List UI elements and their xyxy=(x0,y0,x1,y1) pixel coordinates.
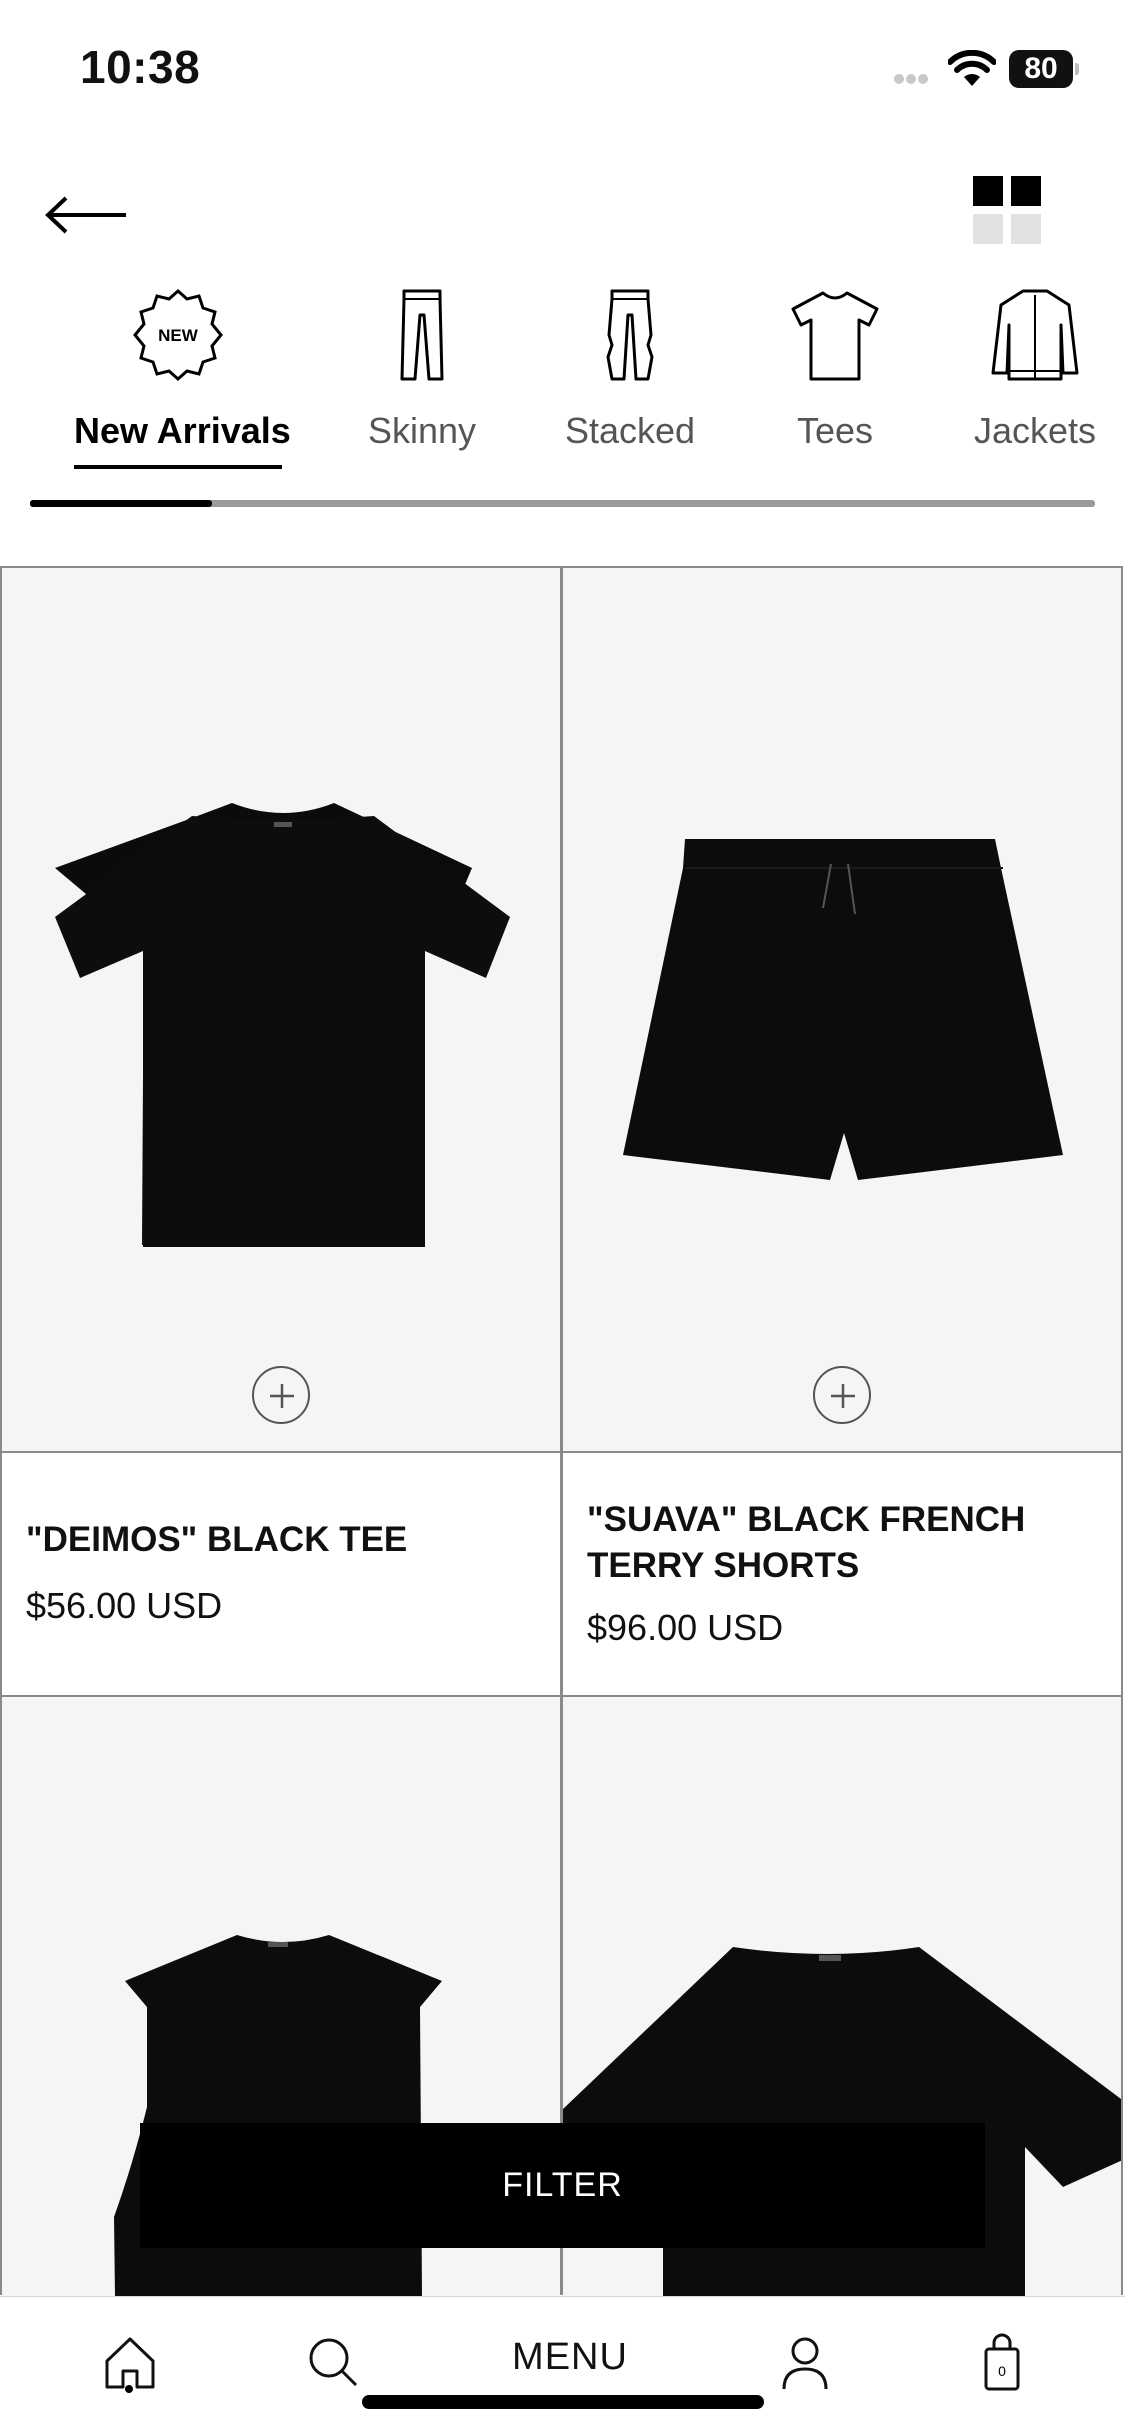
tab-account[interactable] xyxy=(770,2327,840,2397)
product-name: "DEIMOS" BLACK TEE xyxy=(26,1520,408,1559)
skinny-pants-icon xyxy=(400,289,444,381)
wifi-icon xyxy=(948,50,996,86)
battery-icon: 80 xyxy=(1009,50,1079,88)
product-price: $56.00 USD xyxy=(26,1585,223,1626)
category-label: Stacked xyxy=(564,410,696,451)
product-name: "SUAVA" BLACK FRENCH TERRY SHORTS xyxy=(587,1500,1026,1585)
category-label: New Arrivals xyxy=(74,410,291,451)
category-stacked[interactable]: Stacked xyxy=(560,285,700,465)
product-image[interactable] xyxy=(2,568,560,1451)
filter-button[interactable]: FILTER xyxy=(140,2123,985,2248)
add-to-cart-button[interactable] xyxy=(252,1366,310,1424)
new-badge-text: NEW xyxy=(158,326,199,345)
category-carousel: NEW New Arrivals Skinny Stacked Tees Jac… xyxy=(0,285,1125,469)
plus-icon xyxy=(831,1384,855,1408)
search-icon xyxy=(309,2338,358,2387)
product-info: "DEIMOS" BLACK TEE $56.00 USD xyxy=(2,1451,560,1697)
product-card[interactable]: "SUAVA" BLACK FRENCH TERRY SHORTS $96.00… xyxy=(561,566,1123,1697)
add-to-cart-button[interactable] xyxy=(813,1366,871,1424)
active-tab-dot xyxy=(125,2385,133,2393)
product-price: $96.00 USD xyxy=(587,1607,784,1648)
category-tees[interactable]: Tees xyxy=(785,285,885,465)
new-badge-icon: NEW xyxy=(133,288,223,382)
category-scrollbar[interactable] xyxy=(30,500,1095,507)
cellular-signal-icon xyxy=(894,74,928,84)
tab-menu[interactable]: MENU xyxy=(480,2327,660,2397)
back-arrow-icon xyxy=(45,196,126,234)
account-icon xyxy=(782,2337,828,2390)
plus-icon xyxy=(270,1384,294,1408)
product-image[interactable] xyxy=(563,568,1121,1451)
bottom-tab-bar: MENU 0 xyxy=(0,2296,1125,2436)
category-label: Jackets xyxy=(973,410,1097,451)
back-button[interactable] xyxy=(40,180,140,250)
tab-cart[interactable]: 0 xyxy=(967,2327,1037,2397)
product-card[interactable]: "DEIMOS" BLACK TEE $56.00 USD xyxy=(0,566,562,1697)
home-indicator xyxy=(362,2395,764,2409)
category-jackets[interactable]: Jackets xyxy=(970,285,1100,465)
shopping-bag-icon: 0 xyxy=(984,2333,1020,2391)
active-category-underline xyxy=(74,465,282,469)
category-new-arrivals[interactable]: NEW New Arrivals xyxy=(74,285,291,469)
category-label: Skinny xyxy=(367,410,477,451)
category-label: Tees xyxy=(796,410,874,451)
status-time: 10:38 xyxy=(80,41,201,93)
tab-search[interactable] xyxy=(298,2327,368,2397)
black-shorts-image xyxy=(623,839,1063,1180)
tshirt-icon xyxy=(791,291,879,381)
jacket-icon xyxy=(991,289,1079,381)
category-scrollbar-thumb[interactable] xyxy=(30,500,212,507)
product-info: "SUAVA" BLACK FRENCH TERRY SHORTS $96.00… xyxy=(563,1451,1121,1697)
cart-count: 0 xyxy=(998,2363,1006,2379)
category-skinny[interactable]: Skinny xyxy=(357,285,487,465)
grid-view-toggle[interactable] xyxy=(973,176,1043,246)
battery-level: 80 xyxy=(1024,52,1058,85)
status-bar: 10:38 80 xyxy=(0,0,1125,140)
stacked-pants-icon xyxy=(606,289,654,381)
black-tee-image xyxy=(55,803,510,1247)
